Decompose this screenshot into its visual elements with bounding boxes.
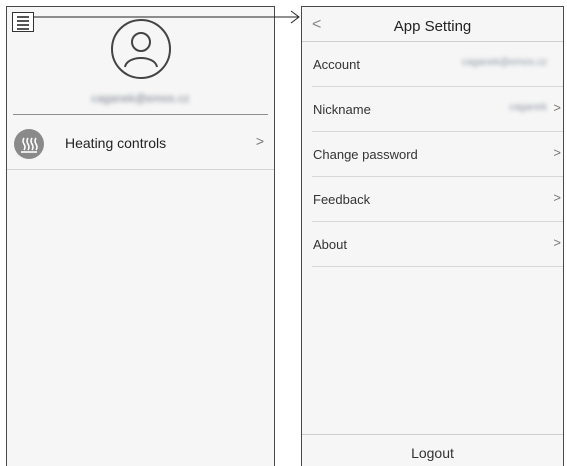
- setting-row-nickname[interactable]: Nickname caganek >: [312, 87, 563, 132]
- menu-icon[interactable]: [12, 12, 34, 32]
- setting-row-change-password[interactable]: Change password >: [312, 132, 563, 177]
- setting-label: Account: [313, 57, 360, 72]
- divider: [7, 169, 274, 170]
- divider: [302, 434, 563, 435]
- app-setting-screen: < App Setting Account caganek@emos.cz Ni…: [301, 6, 564, 466]
- user-icon: [124, 32, 158, 68]
- chevron-right-icon: >: [553, 145, 561, 160]
- setting-value: caganek: [509, 102, 547, 113]
- setting-label: About: [313, 237, 347, 252]
- side-menu-panel: caganek@emos.cz Heating controls >: [6, 6, 275, 466]
- setting-row-feedback[interactable]: Feedback >: [312, 177, 563, 222]
- logout-button[interactable]: Logout: [302, 445, 563, 461]
- avatar: [111, 19, 171, 79]
- chevron-right-icon: >: [553, 100, 561, 115]
- user-email: caganek@emos.cz: [91, 93, 190, 105]
- setting-row-account[interactable]: Account caganek@emos.cz: [312, 42, 563, 87]
- page-title: App Setting: [393, 18, 472, 35]
- heating-icon: [14, 129, 44, 159]
- chevron-right-icon: >: [255, 133, 264, 149]
- divider: [13, 114, 268, 115]
- setting-label: Change password: [313, 147, 418, 162]
- menu-item-heating-controls[interactable]: Heating controls >: [7, 125, 274, 173]
- setting-label: Feedback: [313, 192, 371, 207]
- setting-value: caganek@emos.cz: [461, 57, 547, 68]
- setting-row-about[interactable]: About >: [312, 222, 563, 267]
- setting-label: Nickname: [313, 102, 371, 117]
- chevron-right-icon: >: [553, 235, 561, 250]
- chevron-right-icon: >: [553, 190, 561, 205]
- menu-item-label: Heating controls: [65, 135, 167, 151]
